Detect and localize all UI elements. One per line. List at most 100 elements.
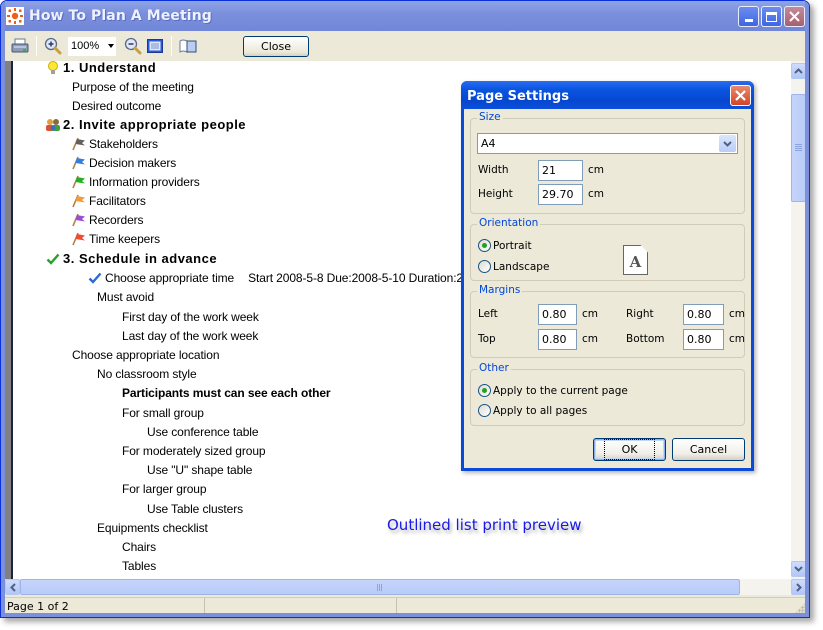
outline-item-text: Last day of the work week [122, 328, 259, 343]
radio-unselected-icon [478, 260, 491, 273]
flag-icon [71, 193, 87, 209]
close-window-button[interactable] [784, 6, 805, 27]
book-view-button[interactable] [177, 35, 199, 57]
vertical-scrollbar[interactable] [791, 61, 807, 579]
landscape-radio[interactable]: Landscape [478, 260, 549, 273]
apply-current-page-radio[interactable]: Apply to the current page [478, 384, 628, 397]
status-cell-2 [205, 598, 397, 615]
scroll-up-button[interactable] [791, 63, 806, 79]
other-group-label: Other [477, 362, 511, 374]
vertical-scroll-thumb[interactable] [791, 94, 806, 202]
left-margin-input[interactable]: 0.80 [538, 304, 577, 325]
orientation-group: Orientation Portrait Landscape A [470, 217, 745, 281]
ok-button[interactable]: OK [593, 438, 666, 461]
outline-heading: 2. Invite appropriate people [45, 115, 246, 134]
scroll-right-button[interactable] [791, 579, 806, 595]
caption-label: Outlined list print preview [387, 516, 582, 534]
maximize-icon [766, 11, 777, 22]
apply-all-pages-label: Apply to all pages [493, 404, 588, 417]
height-unit: cm [588, 188, 605, 200]
left-margin-label: Left [478, 308, 498, 320]
bottom-margin-label: Bottom [626, 333, 665, 345]
dropdown-button[interactable] [719, 135, 736, 152]
dialog-title: Page Settings [467, 88, 569, 104]
page-orientation-preview-icon: A [623, 245, 648, 275]
chevron-down-icon [794, 566, 803, 572]
zoom-in-icon [44, 37, 62, 55]
outline-item-text: First day of the work week [122, 309, 259, 324]
chevron-right-icon [795, 582, 802, 592]
page-setup-button[interactable] [144, 35, 166, 57]
outline-item-text: Use Table clusters [147, 501, 244, 516]
title-bar[interactable]: How To Plan A Meeting [1, 1, 809, 31]
outline-item-text: Must avoid [97, 289, 155, 304]
landscape-label: Landscape [493, 260, 550, 273]
outline-item-text: Decision makers [89, 155, 177, 170]
outline-item: Use "U" shape table [147, 460, 252, 479]
outline-item: Equipments checklist [97, 518, 208, 537]
chevron-down-icon [723, 140, 732, 147]
outline-item-text: Time keepers [89, 231, 161, 246]
outline-item: No classroom style [97, 364, 197, 383]
dialog-title-bar[interactable]: Page Settings [461, 81, 754, 109]
outline-item-text: 1. Understand [63, 61, 157, 75]
zoom-in-button[interactable] [42, 35, 64, 57]
paper-size-select[interactable]: A4 [477, 133, 738, 154]
width-input[interactable]: 21 [538, 160, 583, 181]
outline-item-text: Use conference table [147, 424, 259, 439]
other-group: Other Apply to the current page Apply to… [470, 362, 745, 426]
outline-item: Purpose of the meeting [72, 77, 194, 96]
zoom-out-icon [124, 37, 142, 55]
outline-item-text: Tables [122, 558, 157, 573]
outline-item-text: For larger group [122, 481, 207, 496]
outline-item: Time keepers [71, 229, 160, 248]
printer-icon [11, 38, 29, 53]
dialog-close-button[interactable] [730, 85, 751, 106]
portrait-radio[interactable]: Portrait [478, 239, 532, 252]
resize-grip[interactable] [795, 603, 805, 613]
outline-item-text: Stakeholders [89, 136, 158, 151]
apply-all-pages-radio[interactable]: Apply to all pages [478, 404, 587, 417]
print-button[interactable] [9, 35, 31, 57]
cancel-button[interactable]: Cancel [672, 438, 745, 461]
outline-heading: 3. Schedule in advance [45, 249, 217, 268]
outline-item-text: Choose appropriate time [105, 270, 235, 285]
scroll-left-button[interactable] [5, 579, 20, 595]
close-button[interactable]: Close [243, 35, 309, 57]
maximize-button[interactable] [761, 6, 782, 27]
page-setup-icon [147, 39, 163, 53]
bottom-margin-input[interactable]: 0.80 [683, 329, 724, 350]
close-icon [735, 90, 746, 101]
outline-item: For moderately sized group [122, 441, 266, 460]
outline-item-text: Chairs [122, 539, 157, 554]
horizontal-scrollbar[interactable] [5, 579, 807, 595]
scroll-down-button[interactable] [791, 561, 806, 577]
apply-current-page-label: Apply to the current page [493, 384, 628, 397]
outline-item: Participants must can see each other [122, 383, 331, 402]
top-margin-unit: cm [582, 333, 599, 345]
flag-icon [71, 174, 87, 190]
flag-icon [71, 212, 87, 228]
page-settings-dialog: Page Settings Size A4 Width 21 cm Height… [461, 81, 754, 471]
outline-item: For small group [122, 403, 204, 422]
status-cell-3 [397, 598, 777, 615]
size-group: Size A4 Width 21 cm Height 29.70 cm [470, 111, 745, 214]
outline-item: Desired outcome [72, 96, 161, 115]
horizontal-scroll-thumb[interactable] [20, 579, 740, 595]
right-margin-input[interactable]: 0.80 [683, 304, 724, 325]
outline-item: Use conference table [147, 422, 259, 441]
outline-item: Choose appropriate time Start 2008-5-8 Du… [87, 268, 472, 287]
chevron-up-icon [794, 68, 803, 74]
flag-icon [71, 136, 87, 152]
outline-item: Choose appropriate location [72, 345, 220, 364]
outline-item: Tables [122, 556, 156, 575]
height-input[interactable]: 29.70 [538, 184, 583, 205]
top-margin-input[interactable]: 0.80 [538, 329, 577, 350]
outline-item: Last day of the work week [122, 326, 258, 345]
minimize-icon [744, 19, 753, 22]
outline-item: Decision makers [71, 153, 176, 172]
zoom-level-select[interactable]: 100% [68, 36, 116, 56]
minimize-button[interactable] [738, 6, 759, 27]
outline-item: Facilitators [71, 191, 146, 210]
zoom-out-button[interactable] [122, 35, 144, 57]
